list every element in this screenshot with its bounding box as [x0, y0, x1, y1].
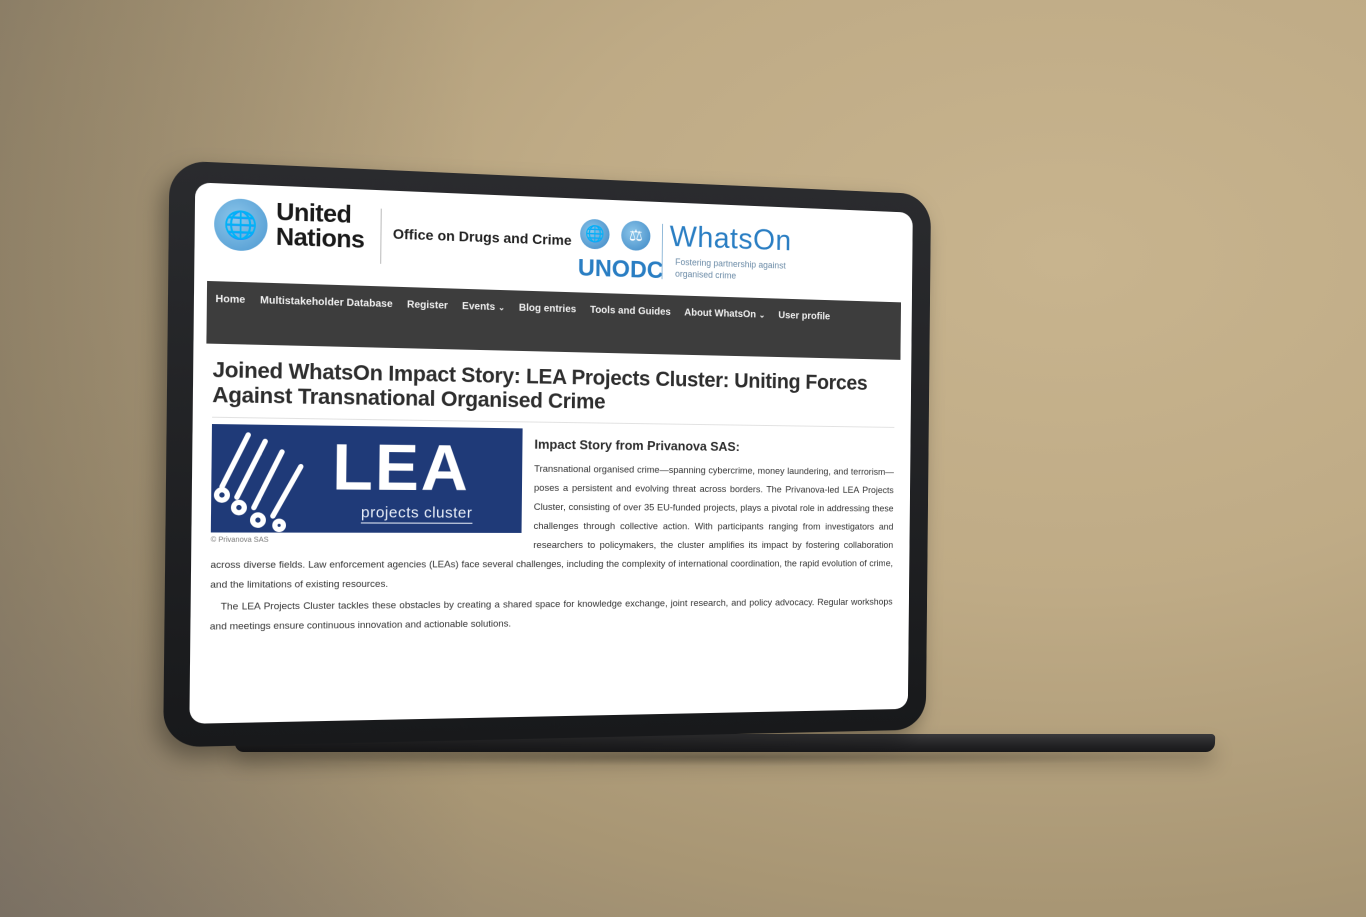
lea-logo-subtext: projects cluster [360, 504, 473, 524]
nav-item-about-label: About WhatsOn [684, 307, 757, 321]
tablet-screen: 🌐 United Nations Office on Drugs and Cri… [189, 182, 913, 724]
nav-item-user-profile[interactable]: User profile [778, 304, 830, 329]
tablet-device: 🌐 United Nations Office on Drugs and Cri… [163, 160, 932, 748]
article-figure: LEA projects cluster © Privanova SAS [211, 424, 523, 544]
un-name-line2: Nations [275, 223, 365, 255]
whatson-tagline: Fostering partnership against organised … [675, 256, 786, 281]
un-wordmark[interactable]: United Nations [275, 198, 365, 255]
header-divider [380, 208, 382, 264]
unodc-emblem-icon: 🌐 [579, 218, 610, 250]
unodc-label[interactable]: UNODC [578, 254, 664, 285]
circuit-hand-icon [211, 424, 318, 533]
nav-item-events[interactable]: Events ⌄ [462, 295, 505, 320]
nav-item-tools[interactable]: Tools and Guides [590, 299, 671, 325]
nav-item-home[interactable]: Home [215, 287, 245, 313]
lea-logo-text: LEA [331, 429, 471, 505]
nav-item-blog[interactable]: Blog entries [519, 297, 577, 323]
chevron-down-icon: ⌄ [758, 310, 766, 320]
chevron-down-icon: ⌄ [498, 303, 505, 313]
article-content: Joined WhatsOn Impact Story: LEA Project… [190, 343, 911, 637]
page-title: Joined WhatsOn Impact Story: LEA Project… [212, 358, 868, 414]
nav-item-register[interactable]: Register [407, 293, 448, 319]
lea-logo-image: LEA projects cluster [210, 424, 523, 533]
un-emblem-icon[interactable]: 🌐 [213, 197, 268, 252]
nav-item-database[interactable]: Multistakeholder Database [260, 289, 393, 317]
office-label: Office on Drugs and Crime [392, 225, 572, 249]
unodc-logo-icon: ⚖ [621, 220, 651, 252]
nav-item-events-label: Events [462, 300, 496, 314]
whatson-logo[interactable]: WhatsOn [670, 220, 792, 258]
nav-item-about[interactable]: About WhatsOn ⌄ [684, 302, 765, 328]
article-paragraph-2: The LEA Projects Cluster tackles these o… [209, 596, 893, 633]
image-credit: © Privanova SAS [210, 536, 269, 544]
